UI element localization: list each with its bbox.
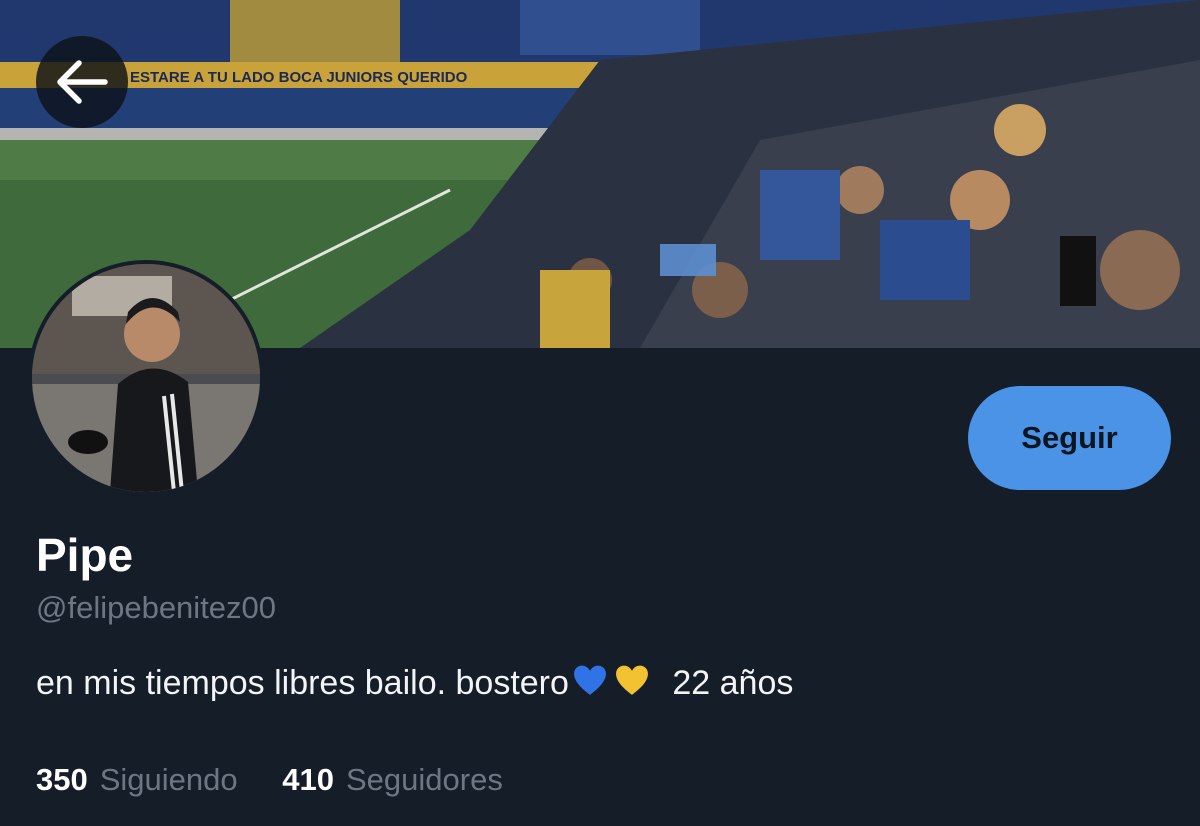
followers-label: Seguidores bbox=[346, 762, 503, 797]
following-label: Siguiendo bbox=[99, 762, 238, 797]
avatar[interactable] bbox=[28, 260, 264, 496]
followers-count: 410 bbox=[282, 762, 334, 797]
bio-age: 22 años bbox=[672, 664, 794, 702]
username-handle: @felipebenitez00 bbox=[36, 590, 277, 625]
following-count: 350 bbox=[36, 762, 88, 797]
bio-text: en mis tiempos libres bailo. bostero bbox=[36, 664, 569, 702]
following-link[interactable]: 350 Siguiendo bbox=[36, 762, 238, 798]
follow-button[interactable]: Seguir bbox=[968, 386, 1171, 490]
yellow-heart-icon bbox=[615, 665, 648, 695]
avatar-photo bbox=[32, 264, 260, 492]
follow-stats: 350 Siguiendo 410 Seguidores bbox=[36, 762, 539, 798]
followers-link[interactable]: 410 Seguidores bbox=[282, 762, 503, 798]
back-button[interactable] bbox=[36, 36, 128, 128]
display-name: Pipe bbox=[36, 529, 134, 581]
profile-bio: en mis tiempos libres bailo. bostero 22 … bbox=[36, 664, 793, 703]
blue-heart-icon bbox=[573, 665, 606, 695]
stadium-banner-text: ESTARE A TU LADO BOCA JUNIORS QUERIDO bbox=[130, 69, 468, 86]
arrow-left-icon bbox=[57, 60, 108, 104]
